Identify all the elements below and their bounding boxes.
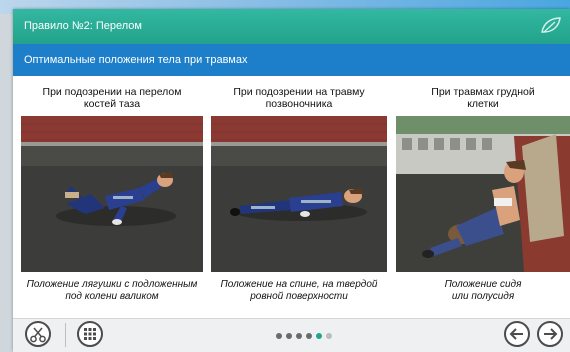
panel-chest: При травмах грудной клетки Положение сид… [396, 76, 570, 308]
footer-divider [65, 323, 66, 347]
supine-position-illustration [211, 116, 387, 272]
panel-caption: Положение сидя или полусидя [396, 279, 570, 303]
arrow-right-icon [544, 328, 558, 340]
footer-bar [13, 318, 570, 352]
pagination-dot[interactable] [296, 333, 302, 339]
panel-heading: При подозрении на перелом костей таза [21, 86, 203, 110]
title-bar: Правило №2: Перелом [13, 9, 570, 44]
panel-heading-line: При подозрении на перелом [42, 86, 182, 98]
panel-heading-line: костей таза [83, 98, 141, 110]
panel-heading: При травмах грудной клетки [396, 86, 570, 110]
panel-heading: При подозрении на травму позвоночника [211, 86, 387, 110]
scissors-button[interactable] [25, 321, 51, 347]
menu-button[interactable] [77, 321, 103, 347]
section-subtitle: Оптимальные положения тела при травмах [24, 54, 248, 66]
prev-button[interactable] [504, 321, 530, 347]
grid-menu-icon [84, 328, 96, 340]
scissors-icon [30, 327, 46, 343]
panel-heading-line: позвоночника [265, 98, 333, 110]
next-button[interactable] [537, 321, 563, 347]
rule-title: Правило №2: Перелом [24, 20, 142, 32]
panel-caption-line: под колени валиком [65, 291, 159, 302]
panel-pelvis: При подозрении на перелом костей таза По… [21, 76, 203, 308]
sitting-position-illustration [396, 116, 570, 272]
panel-caption: Положение на спине, на твердой ровной по… [211, 279, 387, 303]
leaf-logo-icon [541, 17, 561, 33]
panel-caption-line: Положение на спине, на твердой [220, 279, 378, 290]
panel-caption-line: или полусидя [451, 291, 515, 302]
panel-heading-line: При травмах грудной [431, 86, 535, 98]
frog-position-illustration [21, 116, 203, 272]
course-window: Правило №2: Перелом Оптимальные положени… [13, 9, 570, 352]
panel-caption-line: Положение сидя [444, 279, 522, 290]
arrow-left-icon [509, 328, 523, 340]
panel-caption-line: Положение лягушки с подложенным [26, 279, 198, 290]
panel-caption: Положение лягушки с подложенным под коле… [21, 279, 203, 303]
pagination-dot[interactable] [326, 333, 332, 339]
pagination-dot[interactable] [306, 333, 312, 339]
panel-heading-line: При подозрении на травму [233, 86, 365, 98]
panel-spine: При подозрении на травму позвоночника По… [211, 76, 387, 308]
panel-caption-line: ровной поверхности [250, 291, 348, 302]
panel-heading-line: клетки [467, 98, 499, 110]
pagination-dot[interactable] [316, 333, 322, 339]
pagination-dot[interactable] [286, 333, 292, 339]
pagination-dot[interactable] [276, 333, 282, 339]
subtitle-bar: Оптимальные положения тела при травмах [13, 44, 570, 76]
